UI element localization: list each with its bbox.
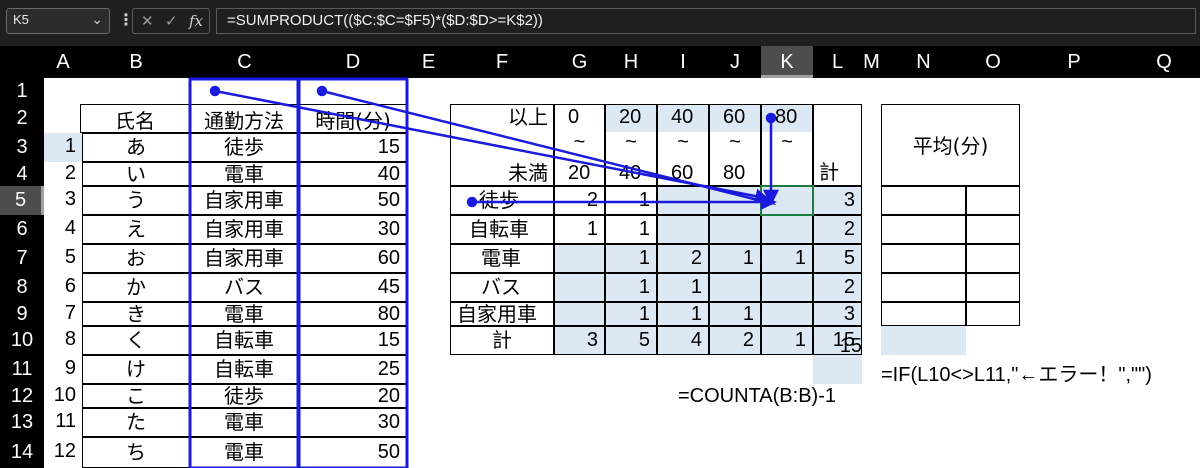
arrow-start-dot	[765, 112, 777, 124]
annotation-overlay	[188, 77, 814, 468]
arrow-start-dot	[466, 196, 478, 208]
arrow-start-dot	[316, 85, 328, 97]
arrow-d-to-k5	[321, 89, 763, 203]
arrow-start-dot	[209, 85, 221, 97]
column-d-highlight	[297, 77, 409, 468]
column-c-highlight	[188, 77, 300, 468]
